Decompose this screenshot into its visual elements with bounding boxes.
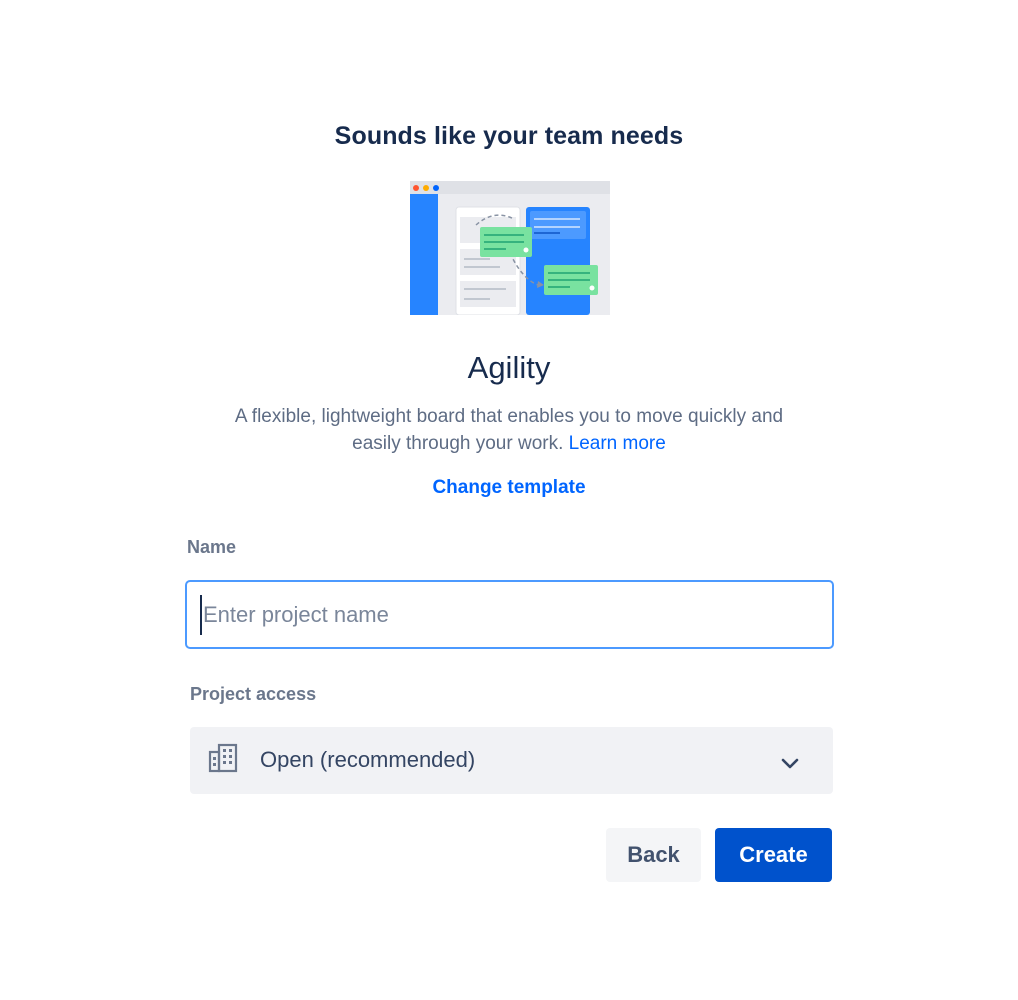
create-button[interactable]: Create <box>715 828 832 882</box>
building-icon <box>208 743 238 773</box>
template-description: A flexible, lightweight board that enabl… <box>234 406 784 454</box>
back-button[interactable]: Back <box>606 828 701 882</box>
project-access-value: Open (recommended) <box>260 747 476 772</box>
template-description-block: A flexible, lightweight board that enabl… <box>209 403 809 457</box>
board-illustration <box>410 181 610 315</box>
project-access-label: Project access <box>190 684 317 704</box>
page-heading: Sounds like your team needs <box>334 122 684 150</box>
template-name: Agility <box>467 350 551 385</box>
create-project-page: Sounds like your team needs Agility A fl… <box>0 0 1018 1000</box>
chevron-down-icon <box>781 758 799 769</box>
learn-more-link[interactable]: Learn more <box>569 433 666 454</box>
name-label: Name <box>187 537 237 557</box>
text-cursor <box>200 595 202 635</box>
project-name-input[interactable] <box>185 580 834 649</box>
project-access-select[interactable]: Open (recommended) <box>190 727 833 794</box>
change-template-link[interactable]: Change template <box>0 477 1018 499</box>
